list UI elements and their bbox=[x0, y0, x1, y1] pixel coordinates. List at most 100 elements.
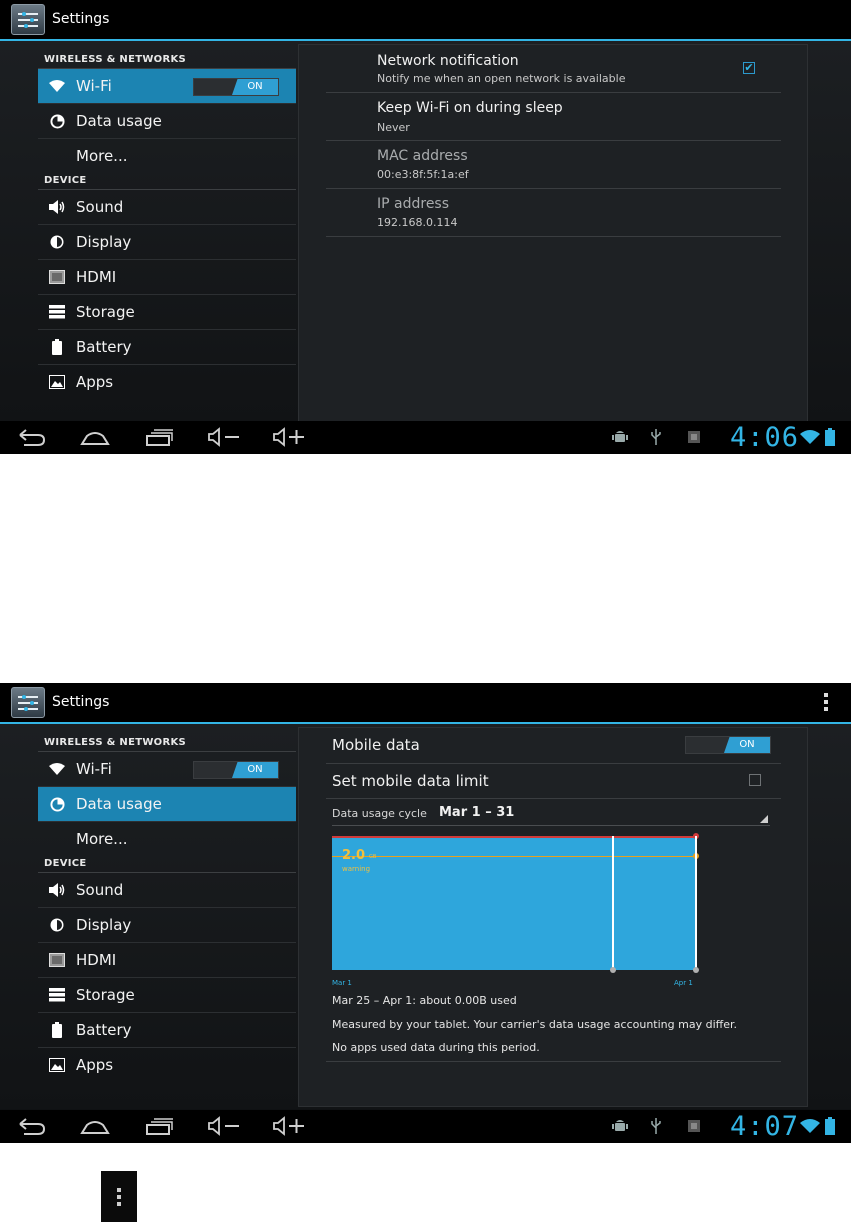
pref-title: Keep Wi-Fi on during sleep bbox=[377, 100, 563, 116]
sweep-handle-right[interactable] bbox=[693, 967, 699, 973]
sidebar-item-wifi[interactable]: Wi-Fi ON bbox=[38, 69, 296, 104]
cycle-label: Data usage cycle bbox=[332, 807, 427, 820]
pref-network-notification[interactable]: Network notification Notify me when an o… bbox=[326, 45, 781, 93]
sidebar-item-label: Data usage bbox=[76, 112, 162, 130]
sidebar-item-more[interactable]: More... bbox=[38, 822, 296, 856]
sd-card-icon bbox=[688, 431, 700, 446]
back-button[interactable] bbox=[18, 1116, 46, 1136]
toggle-on-label: ON bbox=[232, 762, 278, 778]
sidebar-item-label: Data usage bbox=[76, 795, 162, 813]
data-usage-chart: 2.0 GB warning bbox=[332, 833, 699, 973]
apps-icon bbox=[48, 1048, 66, 1082]
sidebar-item-label: Storage bbox=[76, 986, 135, 1004]
speaker-icon bbox=[48, 873, 66, 907]
sweep-line[interactable] bbox=[612, 836, 614, 970]
volume-down-button[interactable] bbox=[207, 427, 241, 447]
pref-set-mobile-data-limit[interactable]: Set mobile data limit bbox=[326, 764, 781, 799]
sidebar-item-apps[interactable]: Apps bbox=[38, 365, 296, 399]
settings-sidebar: WIRELESS & NETWORKS Wi-Fi ON Data usage … bbox=[38, 41, 296, 399]
speaker-icon bbox=[48, 190, 66, 224]
wifi-toggle[interactable]: ON bbox=[193, 761, 279, 779]
warning-unit: GB bbox=[369, 854, 377, 860]
wifi-icon bbox=[48, 752, 66, 786]
sidebar-item-label: Storage bbox=[76, 303, 135, 321]
sidebar-item-data-usage[interactable]: Data usage bbox=[38, 104, 296, 139]
pref-summary: Notify me when an open network is availa… bbox=[377, 72, 626, 85]
wifi-toggle[interactable]: ON bbox=[193, 78, 279, 96]
wifi-signal-icon bbox=[800, 430, 820, 447]
pref-mac-address: MAC address 00:e3:8f:5f:1a:ef bbox=[326, 141, 781, 189]
wifi-icon bbox=[48, 69, 66, 103]
brightness-icon bbox=[48, 225, 66, 259]
sidebar-item-label: Apps bbox=[76, 1056, 114, 1074]
sweep-handle-left[interactable] bbox=[610, 967, 616, 973]
network-notification-checkbox[interactable]: ✔ bbox=[743, 62, 755, 74]
recent-apps-button[interactable] bbox=[145, 427, 175, 447]
toggle-on-label: ON bbox=[232, 79, 278, 95]
sidebar-item-label: More... bbox=[76, 147, 128, 165]
data-limit-checkbox[interactable] bbox=[749, 774, 761, 786]
sidebar-item-data-usage[interactable]: Data usage bbox=[38, 787, 296, 822]
recent-apps-button[interactable] bbox=[145, 1116, 175, 1136]
android-debug-icon bbox=[612, 429, 628, 448]
sidebar-item-label: Sound bbox=[76, 198, 124, 216]
action-bar: Settings bbox=[0, 0, 851, 41]
sidebar-item-label: Display bbox=[76, 233, 132, 251]
data-usage-pane: Mobile data ON Set mobile data limit Dat… bbox=[298, 727, 808, 1107]
sidebar-item-more[interactable]: More... bbox=[38, 139, 296, 173]
warning-line[interactable] bbox=[332, 856, 696, 857]
sidebar-item-label: Battery bbox=[76, 338, 132, 356]
pref-title: Set mobile data limit bbox=[332, 772, 489, 790]
home-button[interactable] bbox=[80, 427, 110, 447]
sidebar-item-hdmi[interactable]: HDMI bbox=[38, 943, 296, 978]
sidebar-item-hdmi[interactable]: HDMI bbox=[38, 260, 296, 295]
sidebar-item-label: HDMI bbox=[76, 268, 117, 286]
volume-up-button[interactable] bbox=[272, 1116, 306, 1136]
overflow-menu-icon bbox=[101, 1171, 137, 1222]
mobile-data-toggle[interactable]: ON bbox=[685, 736, 771, 754]
sidebar-item-label: Wi-Fi bbox=[76, 760, 112, 778]
sidebar-item-sound[interactable]: Sound bbox=[38, 873, 296, 908]
chart-x-end: Apr 1 bbox=[674, 979, 693, 987]
battery-status-icon bbox=[825, 1117, 835, 1138]
hdmi-icon bbox=[48, 260, 66, 294]
usb-icon bbox=[650, 1118, 662, 1137]
pref-mobile-data[interactable]: Mobile data ON bbox=[326, 728, 781, 764]
sidebar-item-sound[interactable]: Sound bbox=[38, 190, 296, 225]
sidebar-item-label: Sound bbox=[76, 881, 124, 899]
data-usage-cycle-row[interactable]: Data usage cycle Mar 1 – 31 bbox=[332, 799, 770, 826]
limit-line[interactable] bbox=[332, 836, 696, 838]
sidebar-item-label: HDMI bbox=[76, 951, 117, 969]
volume-down-button[interactable] bbox=[207, 1116, 241, 1136]
overflow-menu-button[interactable] bbox=[823, 693, 829, 713]
chart-x-start: Mar 1 bbox=[332, 979, 352, 987]
back-button[interactable] bbox=[18, 427, 46, 447]
sidebar-item-battery[interactable]: Battery bbox=[38, 330, 296, 365]
pref-keep-wifi-on[interactable]: Keep Wi-Fi on during sleep Never bbox=[326, 93, 781, 141]
sidebar-item-apps[interactable]: Apps bbox=[38, 1048, 296, 1082]
pref-summary: 192.168.0.114 bbox=[377, 216, 458, 229]
pref-title: IP address bbox=[377, 196, 450, 212]
sweep-line-end[interactable] bbox=[695, 836, 697, 970]
sidebar-item-storage[interactable]: Storage bbox=[38, 295, 296, 330]
sidebar-item-storage[interactable]: Storage bbox=[38, 978, 296, 1013]
no-apps-note: No apps used data during this period. bbox=[332, 1041, 540, 1054]
settings-app-icon[interactable] bbox=[11, 4, 45, 35]
cycle-spinner-value[interactable]: Mar 1 – 31 bbox=[439, 805, 514, 820]
home-button[interactable] bbox=[80, 1116, 110, 1136]
data-usage-icon bbox=[48, 104, 66, 138]
divider bbox=[326, 1061, 781, 1062]
carrier-note: Measured by your tablet. Your carrier's … bbox=[332, 1018, 737, 1031]
battery-icon bbox=[48, 1013, 66, 1047]
sidebar-item-display[interactable]: Display bbox=[38, 908, 296, 943]
sidebar-item-wifi[interactable]: Wi-Fi ON bbox=[38, 752, 296, 787]
system-nav-bar: 4:06 bbox=[0, 421, 851, 454]
sidebar-item-display[interactable]: Display bbox=[38, 225, 296, 260]
pref-ip-address: IP address 192.168.0.114 bbox=[326, 189, 781, 237]
volume-up-button[interactable] bbox=[272, 427, 306, 447]
sidebar-item-battery[interactable]: Battery bbox=[38, 1013, 296, 1048]
pref-summary: Never bbox=[377, 121, 410, 134]
wifi-signal-icon bbox=[800, 1119, 820, 1136]
settings-body: WIRELESS & NETWORKS Wi-Fi ON Data usage … bbox=[0, 724, 851, 1109]
settings-app-icon[interactable] bbox=[11, 687, 45, 718]
